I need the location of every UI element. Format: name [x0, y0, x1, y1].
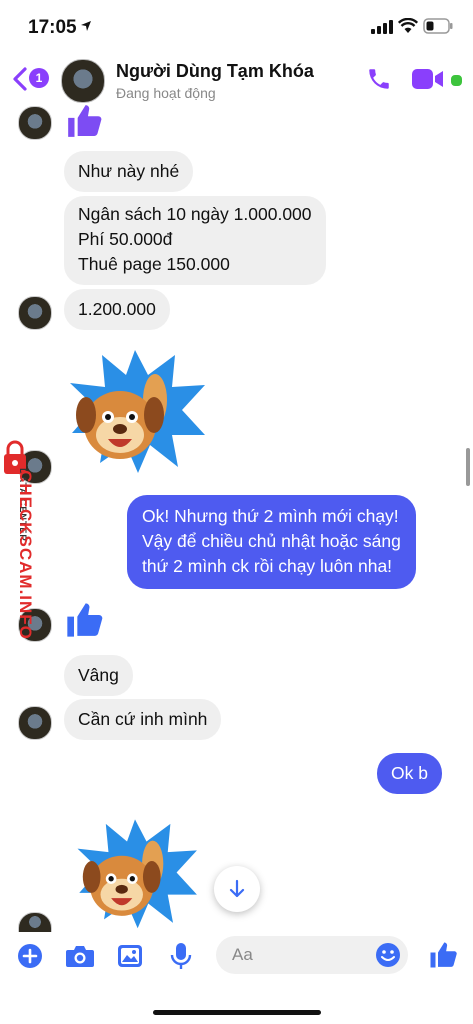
- message-bubble-incoming[interactable]: Vâng: [64, 655, 133, 696]
- message-bubble-incoming[interactable]: Cần cứ inh mình: [64, 699, 222, 740]
- presence-status: Đang hoạt động: [116, 85, 216, 101]
- location-arrow-icon: [81, 21, 91, 31]
- back-chevron-icon[interactable]: [12, 67, 28, 91]
- message-text: Như này nhé: [78, 161, 180, 181]
- message-text: thứ 2 mình ck rồi chạy luôn nha!: [142, 556, 393, 576]
- message-bubble-incoming[interactable]: Như này nhé: [64, 151, 194, 192]
- sender-avatar[interactable]: [18, 296, 52, 330]
- contact-avatar[interactable]: [61, 59, 105, 103]
- sender-avatar[interactable]: [18, 106, 52, 140]
- message-text: Ok! Nhưng thứ 2 mình mới chạy!: [142, 506, 399, 526]
- status-bar: 17:05: [0, 0, 473, 52]
- video-call-icon[interactable]: [411, 67, 445, 91]
- photo-gallery-icon[interactable]: [117, 944, 143, 968]
- dog-thumbs-up-sticker[interactable]: [60, 815, 210, 930]
- arrow-down-icon: [229, 879, 245, 898]
- message-text: Vậy để chiều chủ nhật hoặc sáng: [142, 531, 401, 551]
- message-text: Cần cứ inh mình: [78, 709, 208, 729]
- message-text: Thuê page 150.000: [78, 254, 230, 274]
- online-indicator: [449, 73, 464, 88]
- unread-badge: 1: [29, 68, 49, 88]
- message-text: 1.200.000: [78, 299, 156, 319]
- status-time: 17:05: [28, 17, 77, 38]
- phone-call-icon[interactable]: [366, 66, 392, 92]
- emoji-icon[interactable]: [375, 942, 401, 968]
- message-bubble-incoming[interactable]: Ngân sách 10 ngày 1.000.000 Phí 50.000đ …: [64, 196, 326, 285]
- watermark-brand: CHECKSCAM.INFO: [15, 470, 35, 640]
- plus-circle-icon[interactable]: [17, 943, 43, 969]
- contact-name[interactable]: Người Dùng Tạm Khóa: [116, 61, 314, 82]
- message-text: Vâng: [78, 665, 119, 685]
- scroll-to-bottom-button[interactable]: [214, 866, 260, 912]
- message-text: Ngân sách 10 ngày 1.000.000: [78, 204, 312, 224]
- message-bubble-incoming[interactable]: 1.200.000: [64, 289, 170, 330]
- message-text: Phí 50.000đ: [78, 229, 173, 249]
- thumbs-up-icon: [68, 105, 102, 137]
- sender-avatar[interactable]: [18, 706, 52, 740]
- message-bubble-outgoing[interactable]: Ok! Nhưng thứ 2 mình mới chạy! Vậy để ch…: [127, 495, 416, 589]
- message-text: Ok b: [391, 763, 428, 783]
- home-indicator: [153, 1010, 321, 1015]
- dog-thumbs-up-sticker[interactable]: [60, 345, 210, 475]
- thumbs-up-icon: [67, 603, 103, 637]
- wifi-icon: [398, 18, 418, 33]
- cellular-signal-icon: [371, 20, 393, 34]
- sender-avatar[interactable]: [18, 912, 52, 934]
- battery-icon: [423, 18, 453, 34]
- microphone-icon[interactable]: [170, 942, 192, 970]
- message-input-placeholder: Aa: [232, 945, 253, 964]
- message-bubble-outgoing[interactable]: Ok b: [377, 753, 442, 794]
- scrollbar[interactable]: [466, 448, 470, 486]
- thumbs-up-send-icon[interactable]: [428, 940, 458, 970]
- camera-icon[interactable]: [65, 944, 95, 968]
